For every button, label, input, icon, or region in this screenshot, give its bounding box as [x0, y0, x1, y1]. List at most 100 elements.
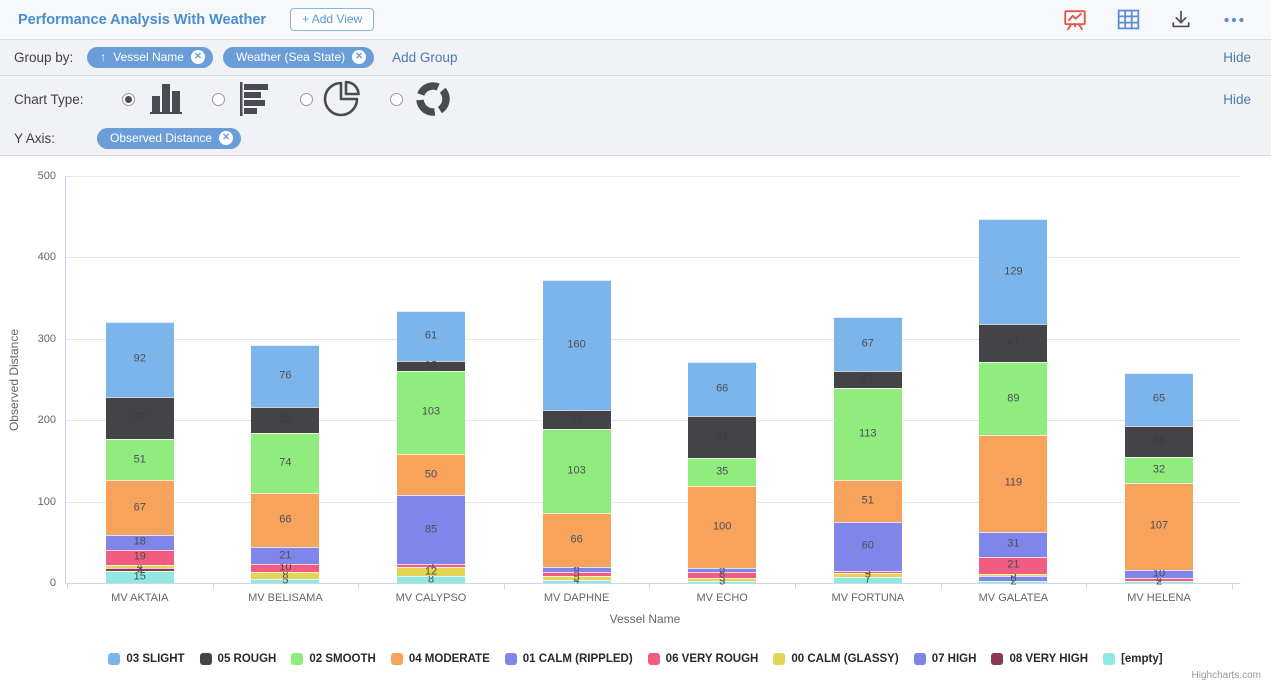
radio-button[interactable]: [212, 93, 225, 106]
hide-chart-type-link[interactable]: Hide: [1223, 92, 1257, 107]
segment-value-label: 66: [543, 534, 611, 545]
bar-segment[interactable]: 5: [834, 573, 902, 577]
bar-segment[interactable]: 4: [106, 565, 174, 568]
radio-button[interactable]: [390, 93, 403, 106]
legend-item[interactable]: 04 MODERATE: [391, 653, 490, 665]
bar-segment[interactable]: 2: [979, 581, 1047, 583]
bar-segment[interactable]: 5: [543, 576, 611, 580]
bar-segment[interactable]: 60: [834, 522, 902, 571]
close-icon[interactable]: ✕: [191, 50, 205, 64]
bar-segment[interactable]: 74: [251, 433, 319, 493]
bar-segment[interactable]: 65: [1125, 373, 1193, 426]
bar-segment[interactable]: 61: [397, 311, 465, 361]
chart-type-option-donut-chart[interactable]: [390, 78, 454, 120]
bar-segment[interactable]: 51: [106, 439, 174, 481]
bar-segment[interactable]: 32: [1125, 457, 1193, 483]
bar-segment[interactable]: 5: [251, 579, 319, 583]
bar-segment[interactable]: 47: [979, 324, 1047, 362]
bar-segment[interactable]: 66: [543, 513, 611, 567]
y-axis-chip[interactable]: Observed Distance ✕: [97, 128, 241, 149]
more-icon[interactable]: [1221, 7, 1247, 33]
bar-segment[interactable]: 3: [834, 571, 902, 573]
bar-segment[interactable]: 3: [979, 574, 1047, 576]
bar-segment[interactable]: 5: [688, 568, 756, 572]
bar-segment[interactable]: 8: [251, 572, 319, 579]
add-group-link[interactable]: Add Group: [392, 50, 457, 65]
legend-item[interactable]: 06 VERY ROUGH: [648, 653, 759, 665]
chart-type-option-bar-chart[interactable]: [212, 79, 274, 119]
bar-segment[interactable]: 8: [397, 576, 465, 583]
legend-item[interactable]: 01 CALM (RIPPLED): [505, 653, 633, 665]
bar-segment[interactable]: 21: [834, 371, 902, 388]
bar-segment[interactable]: 160: [543, 280, 611, 410]
bar-segment[interactable]: 21: [979, 557, 1047, 574]
group-by-chip[interactable]: ↑Vessel Name✕: [87, 47, 213, 68]
bar-segment[interactable]: 113: [834, 388, 902, 480]
hide-groups-link[interactable]: Hide: [1223, 50, 1257, 65]
bar-segment[interactable]: 15: [106, 571, 174, 583]
bar-segment[interactable]: 89: [979, 362, 1047, 434]
bar-segment[interactable]: 3: [688, 578, 756, 580]
bar-segment[interactable]: 2: [1125, 581, 1193, 583]
bar-segment[interactable]: 51: [834, 480, 902, 522]
bar-segment[interactable]: 8: [688, 572, 756, 579]
bar-segment[interactable]: 103: [397, 371, 465, 455]
bar-segment[interactable]: 6: [543, 567, 611, 572]
bar-segment[interactable]: 119: [979, 435, 1047, 532]
bar-segment[interactable]: 50: [397, 454, 465, 495]
segment-value-label: 51: [106, 454, 174, 465]
bar-segment[interactable]: 129: [979, 219, 1047, 324]
bar-segment[interactable]: 7: [834, 577, 902, 583]
bar-segment[interactable]: 3: [688, 581, 756, 583]
bar-segment[interactable]: 6: [979, 576, 1047, 581]
bar-segment[interactable]: 12: [397, 567, 465, 577]
bar-segment[interactable]: 107: [1125, 483, 1193, 570]
bar-segment[interactable]: 35: [688, 458, 756, 486]
legend-item[interactable]: 05 ROUGH: [200, 653, 277, 665]
bar-segment[interactable]: 66: [251, 493, 319, 547]
radio-button[interactable]: [300, 93, 313, 106]
bar-segment[interactable]: 3: [397, 564, 465, 566]
bar-segment[interactable]: 51: [688, 416, 756, 458]
chart-type-option-column-chart[interactable]: [122, 80, 186, 118]
bar-segment[interactable]: 5: [543, 572, 611, 576]
close-icon[interactable]: ✕: [219, 131, 233, 145]
bar-segment[interactable]: 67: [106, 480, 174, 535]
bar-segment[interactable]: 32: [251, 407, 319, 433]
segment-value-label: 52: [106, 412, 174, 423]
presentation-chart-icon[interactable]: [1062, 7, 1088, 33]
bar-segment[interactable]: 4: [1125, 578, 1193, 581]
bar-segment[interactable]: 21: [251, 547, 319, 564]
bar-segment[interactable]: 31: [979, 532, 1047, 557]
bar-segment[interactable]: 85: [397, 495, 465, 564]
legend-item[interactable]: 00 CALM (GLASSY): [773, 653, 898, 665]
bar-segment[interactable]: 19: [106, 550, 174, 565]
radio-button[interactable]: [122, 93, 135, 106]
table-icon[interactable]: [1115, 7, 1141, 33]
group-by-chip[interactable]: Weather (Sea State)✕: [223, 47, 374, 68]
bar-segment[interactable]: 100: [688, 486, 756, 567]
bar-segment[interactable]: 92: [106, 322, 174, 397]
add-view-button[interactable]: + Add View: [290, 8, 374, 30]
download-icon[interactable]: [1168, 7, 1194, 33]
legend-item[interactable]: 08 VERY HIGH: [991, 653, 1088, 665]
bar-segment[interactable]: 38: [1125, 426, 1193, 457]
close-icon[interactable]: ✕: [352, 50, 366, 64]
legend-item[interactable]: [empty]: [1103, 653, 1163, 665]
bar-segment[interactable]: 103: [543, 429, 611, 513]
bar-segment[interactable]: 18: [106, 535, 174, 550]
bar-segment[interactable]: 52: [106, 397, 174, 439]
bar-segment[interactable]: 4: [543, 580, 611, 583]
bar-segment[interactable]: 3: [106, 568, 174, 570]
chart-type-option-pie-chart[interactable]: [300, 78, 364, 120]
bar-segment[interactable]: 10: [251, 564, 319, 572]
bar-segment[interactable]: 10: [1125, 570, 1193, 578]
legend-item[interactable]: 07 HIGH: [914, 653, 977, 665]
bar-segment[interactable]: 12: [397, 361, 465, 371]
legend-item[interactable]: 02 SMOOTH: [291, 653, 375, 665]
bar-segment[interactable]: 67: [834, 317, 902, 372]
bar-segment[interactable]: 66: [688, 362, 756, 416]
bar-segment[interactable]: 23: [543, 410, 611, 429]
bar-segment[interactable]: 76: [251, 345, 319, 407]
legend-item[interactable]: 03 SLIGHT: [108, 653, 184, 665]
